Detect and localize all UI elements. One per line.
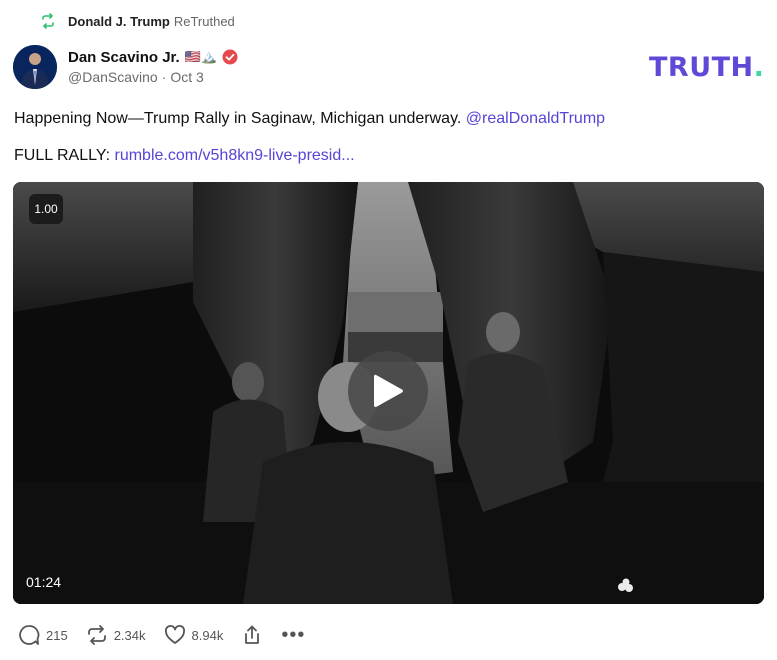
more-options-button[interactable]: •••: [281, 624, 306, 646]
like-button[interactable]: 8.94k: [164, 624, 224, 646]
action-bar: 215 2.34k 8.94k •••: [18, 622, 323, 648]
logo-text: TRUTH: [649, 52, 754, 83]
reply-icon: [19, 625, 40, 645]
author-name[interactable]: Dan Scavino Jr.: [68, 49, 180, 66]
post-text-line-1: Happening Now—Trump Rally in Saginaw, Mi…: [14, 108, 605, 130]
rumble-watermark-icon: [618, 578, 633, 592]
share-icon: [245, 625, 260, 644]
play-button[interactable]: [348, 351, 428, 431]
post-date[interactable]: Oct 3: [170, 69, 203, 85]
author-handle[interactable]: @DanScavino: [68, 69, 158, 85]
logo-dot: .: [753, 52, 765, 83]
reply-button[interactable]: 215: [18, 624, 68, 646]
handle-separator: ·: [161, 69, 167, 85]
avatar-image: [13, 45, 57, 89]
author-emoji: 🇺🇸🏔️: [184, 49, 218, 64]
retruth-icon: [42, 13, 54, 29]
post-text-line-2: FULL RALLY: rumble.com/v5h8kn9-live-pres…: [14, 145, 355, 167]
mention-link[interactable]: @realDonaldTrump: [466, 110, 605, 127]
retruth-action-icon: [87, 625, 106, 645]
rumble-link[interactable]: rumble.com/v5h8kn9-live-presid...: [115, 147, 355, 164]
avatar[interactable]: [13, 45, 57, 89]
share-button[interactable]: [241, 624, 263, 646]
video-duration: 01:24: [26, 574, 62, 590]
author-block: Dan Scavino Jr. 🇺🇸🏔️ @DanScavino · Oct 3: [68, 46, 238, 85]
truth-social-logo[interactable]: TRUTH.: [649, 52, 764, 83]
verified-badge-icon: [222, 49, 238, 65]
retruth-label: ReTruthed: [173, 13, 235, 29]
retruth-count: 2.34k: [113, 627, 146, 643]
like-count: 8.94k: [191, 627, 224, 643]
reply-count: 215: [46, 627, 68, 643]
full-rally-label: FULL RALLY:: [14, 147, 111, 164]
more-icon: •••: [281, 624, 306, 646]
retruth-header: Donald J. Trump ReTruthed: [40, 12, 235, 30]
post-body-text: Happening Now—Trump Rally in Saginaw, Mi…: [14, 110, 462, 127]
play-icon: [374, 374, 403, 407]
retruth-author-name[interactable]: Donald J. Trump: [68, 14, 170, 29]
heart-icon: [164, 625, 185, 644]
video-player[interactable]: 1.00 01:24: [13, 182, 764, 604]
retruth-button[interactable]: 2.34k: [86, 624, 146, 646]
playback-speed-badge[interactable]: 1.00: [29, 194, 63, 224]
